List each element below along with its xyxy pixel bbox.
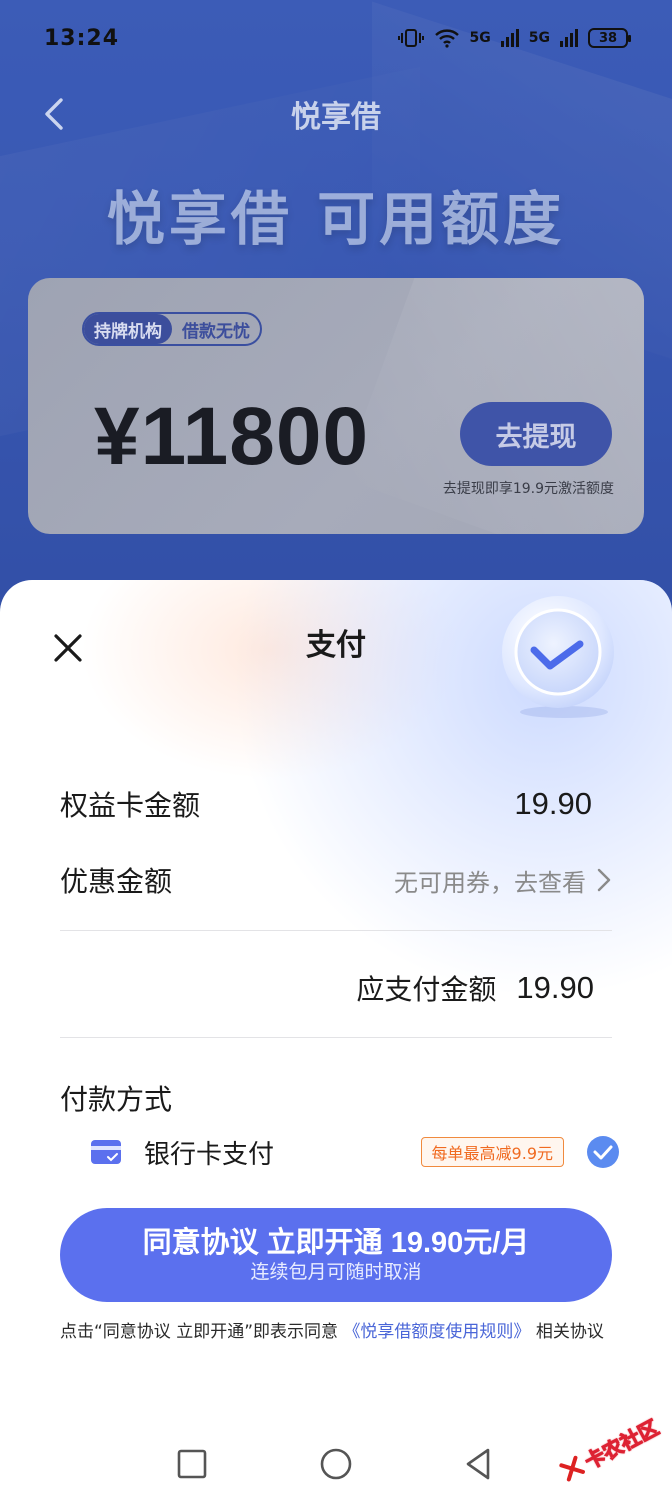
watermark-text: 卡农社区 [580,1414,663,1474]
withdraw-note: 去提现即享19.9元激活额度 [442,481,614,497]
chevron-right-icon [597,868,611,892]
view-coupons-link[interactable]: 无可用券，去查看 [394,863,612,898]
cta-sub-label: 连续包月可随时取消 [250,1262,422,1283]
tag-worry-free: 借款无忧 [182,321,250,342]
agree-and-activate-button[interactable]: 同意协议 立即开通 19.90元/月 连续包月可随时取消 [60,1208,612,1302]
credit-card: 持牌机构 借款无忧 ¥11800 去提现 去提现即享19.9元激活额度 [28,278,644,534]
usage-rules-link[interactable]: 《悦享借额度使用规则》 [343,1322,530,1342]
network-label-1: 5G [469,30,491,46]
withdraw-button[interactable]: 去提现 [460,402,612,466]
bank-card-label: 银行卡支付 [144,1139,275,1170]
signal-icon [500,29,519,47]
bank-card-option[interactable]: 银行卡支付 每单最高减9.9元 [90,1132,620,1172]
divider [60,930,612,931]
nav-title: 悦享借 [291,100,381,135]
credit-amount: ¥11800 [94,391,370,482]
selected-check-icon[interactable] [586,1135,620,1169]
agreement-text: 点击“同意协议 立即开通”即表示同意 《悦享借额度使用规则》 相关协议 [60,1320,620,1345]
wifi-icon [434,29,459,48]
discount-label: 优惠金额 [60,865,173,898]
discount-row: 优惠金额 无可用券，去查看 [60,860,612,900]
back-button[interactable] [36,96,72,132]
payable-value: 19.90 [516,970,594,1005]
status-icons: 5G 5G 38 [397,28,631,48]
checkmark-badge-icon [502,596,614,718]
status-bar: 13:24 5G 5G 38 [0,0,672,76]
promo-badge: 每单最高减9.9元 [420,1137,564,1167]
agreement-suffix: 相关协议 [530,1322,604,1342]
coupon-text: 无可用券，去查看 [394,868,586,897]
nav-bar: 悦享借 [0,84,672,144]
recent-apps-button[interactable] [174,1446,210,1482]
network-label-2: 5G [528,30,550,46]
card-amount-row: 权益卡金额 19.90 [60,784,612,824]
cta-main-label: 同意协议 立即开通 19.90元/月 [142,1227,530,1259]
back-nav-button[interactable] [460,1446,496,1482]
tag-licensed: 持牌机构 [84,314,172,344]
battery-icon: 38 [588,28,631,48]
payment-sheet: 支付 权益卡金额 19.90 优惠金额 无可用券，去查看 应支付金额 19.90… [0,580,672,1500]
tag-pill: 持牌机构 借款无忧 [82,312,262,346]
home-button[interactable] [318,1446,354,1482]
agreement-prefix: 点击“同意协议 立即开通”即表示同意 [60,1322,339,1342]
bank-card-icon [91,1140,121,1164]
card-amount-value: 19.90 [514,786,592,821]
signal-icon-2 [560,29,578,47]
hero-title: 悦享借 可用额度 [106,185,566,253]
payable-row: 应支付金额 19.90 [356,968,594,1008]
status-time: 13:24 [44,25,120,51]
chevron-left-icon [45,98,63,130]
payable-label: 应支付金额 [356,973,497,1006]
divider [60,1037,612,1038]
card-amount-label: 权益卡金额 [60,789,201,822]
payment-method-title: 付款方式 [60,1083,173,1116]
vibrate-icon [397,29,424,47]
